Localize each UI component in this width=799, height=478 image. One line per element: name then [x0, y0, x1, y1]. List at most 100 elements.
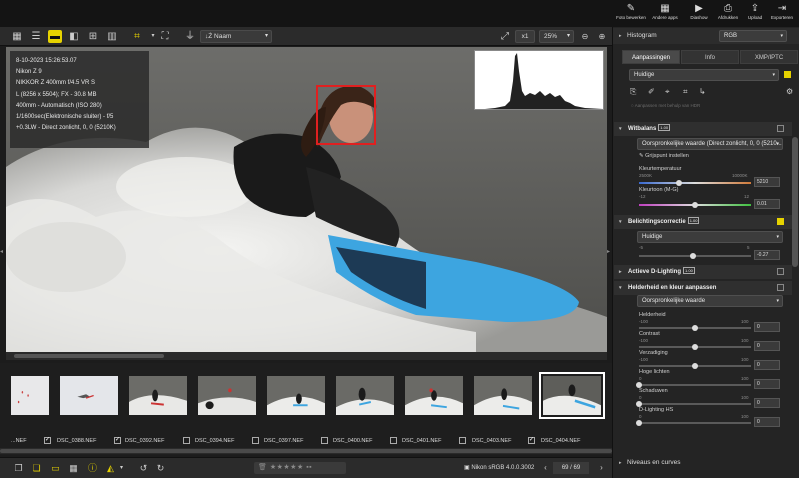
list-view-icon[interactable]: ☰: [29, 30, 43, 43]
filmstrip-thumbnail[interactable]: [539, 372, 605, 419]
viewer-horizontal-scrollbar[interactable]: [6, 352, 607, 360]
filter-icon[interactable]: ⏚: [183, 30, 197, 43]
select-checkbox[interactable]: [252, 437, 259, 444]
active-dlighting-header[interactable]: ▸ Actieve D-Lighting 1.00: [614, 265, 792, 279]
fullscreen-icon[interactable]: ⛶: [158, 30, 172, 43]
slider-value-field[interactable]: 0: [754, 398, 780, 408]
zoom-1x-button[interactable]: x1: [515, 30, 535, 43]
slider-track[interactable]: [639, 422, 751, 424]
rotate-left-icon[interactable]: ↺: [137, 462, 150, 474]
temp-value-field[interactable]: 5210: [754, 177, 780, 187]
select-checkbox[interactable]: ✓: [528, 437, 535, 444]
retouch-brush-icon[interactable]: ✐: [648, 87, 655, 96]
tint-slider-knob[interactable]: [692, 202, 698, 208]
tab-info[interactable]: Info: [681, 50, 739, 64]
exposure-preset-dropdown[interactable]: Huidige ▾: [637, 231, 783, 243]
scrollbar-thumb[interactable]: [0, 449, 612, 453]
filmstrip-thumbnail[interactable]: [405, 376, 463, 415]
slider-knob[interactable]: [636, 420, 642, 426]
whitebalance-mode-dropdown[interactable]: Oorspronkelijke waarde (Direct zonlicht,…: [637, 138, 783, 150]
compare-view-icon[interactable]: ◧: [67, 30, 81, 43]
left-panel-toggle-icon[interactable]: ◂: [0, 245, 5, 259]
grid-view-icon[interactable]: ▦: [10, 30, 24, 43]
crop-icon[interactable]: ⌗: [683, 87, 688, 97]
active-dlighting-checkbox[interactable]: [777, 268, 784, 275]
filmstrip-thumbnail[interactable]: [474, 376, 532, 415]
select-checkbox[interactable]: [390, 437, 397, 444]
filmstrip-thumbnail[interactable]: [60, 376, 118, 415]
label-color-icons[interactable]: ▪▪: [306, 464, 312, 471]
star-rating[interactable]: ★★★★★: [270, 464, 304, 471]
stack-icon[interactable]: ❐: [12, 462, 25, 474]
temp-slider-knob[interactable]: [676, 180, 683, 186]
panel-scrollbar[interactable]: [792, 137, 798, 267]
split-view-icon[interactable]: ▥: [105, 30, 119, 43]
trash-icon[interactable]: 🗑: [258, 464, 267, 471]
filmstrip-thumbnail[interactable]: [11, 376, 49, 415]
image-viewer[interactable]: 8-10-2023 15:26:53.07 Nikon Z 9 NIKKOR Z…: [6, 47, 607, 360]
greypoint-button[interactable]: ✎ Grijspunt instellen: [639, 153, 689, 159]
filmstrip-thumbnail[interactable]: [267, 376, 325, 415]
tab-adjustments[interactable]: Aanpassingen: [622, 50, 680, 64]
tint-value-field[interactable]: 0.01: [754, 199, 780, 209]
upload-button[interactable]: ⇪ Upload: [740, 3, 770, 25]
exposure-value-field[interactable]: -0.27: [754, 250, 780, 260]
select-checkbox[interactable]: [459, 437, 466, 444]
next-image-icon[interactable]: ›: [595, 462, 608, 474]
slider-knob[interactable]: [692, 344, 698, 350]
select-checkbox[interactable]: ✓: [114, 437, 121, 444]
histogram-channel-dropdown[interactable]: RGB ▾: [719, 30, 787, 42]
rating-stars[interactable]: 🗑 ★★★★★ ▪▪: [254, 462, 346, 474]
slider-track[interactable]: [639, 403, 751, 405]
exposure-slider-knob[interactable]: [689, 253, 696, 259]
fit-screen-icon[interactable]: ⤢: [498, 30, 512, 43]
select-checkbox[interactable]: [183, 437, 190, 444]
copy-adjustments-icon[interactable]: ⎘: [630, 87, 636, 97]
zoom-out-icon[interactable]: ⊖: [578, 30, 592, 43]
select-checkbox[interactable]: ✓: [44, 437, 51, 444]
slider-value-field[interactable]: 0: [754, 322, 780, 332]
levels-curves-header[interactable]: ▸ Niveaus en curves: [613, 455, 799, 471]
info-icon[interactable]: ⓘ: [86, 462, 99, 474]
hdr-option[interactable]: ○ Aanpassen met behulp van HDR: [631, 103, 700, 108]
zoom-in-icon[interactable]: ⊕: [595, 30, 609, 43]
slider-track[interactable]: [639, 384, 751, 386]
multi-view-icon[interactable]: ⊞: [86, 30, 100, 43]
filmstrip-scrollbar[interactable]: [0, 448, 612, 454]
rotate-right-icon[interactable]: ↻: [154, 462, 167, 474]
slider-knob[interactable]: [692, 363, 698, 369]
andere-apps-button[interactable]: ▦ Andere apps: [650, 3, 680, 25]
brightness-color-checkbox[interactable]: [777, 284, 784, 291]
slider-value-field[interactable]: 0: [754, 360, 780, 370]
sort-dropdown[interactable]: ↓Ż Naam ▾: [200, 30, 272, 43]
select-checkbox[interactable]: [321, 437, 328, 444]
grid-icon[interactable]: ▦: [67, 462, 80, 474]
group-icon[interactable]: ❏: [30, 462, 43, 474]
exporteren-button[interactable]: ⇥ Exporteren: [767, 3, 797, 25]
slider-value-field[interactable]: 0: [754, 341, 780, 351]
slider-value-field[interactable]: 0: [754, 379, 780, 389]
filmstrip-icon[interactable]: ▭: [49, 462, 62, 474]
brightness-color-header[interactable]: ▾ Helderheid en kleur aanpassen: [614, 281, 792, 295]
zoom-dropdown[interactable]: 25% ▾: [539, 30, 574, 43]
preset-checkbox[interactable]: [784, 71, 791, 78]
filmstrip-thumbnail[interactable]: [129, 376, 187, 415]
brightness-preset-dropdown[interactable]: Oorspronkelijke waarde ▾: [637, 295, 783, 307]
filmstrip-thumbnail[interactable]: [336, 376, 394, 415]
whitebalance-checkbox[interactable]: [777, 125, 784, 132]
whitebalance-header[interactable]: ▾ Witbalans 1.00: [614, 122, 792, 136]
preset-dropdown[interactable]: Huidige ▾: [629, 69, 779, 81]
afdrukken-button[interactable]: ⎙ Afdrukken: [713, 3, 743, 25]
previous-image-icon[interactable]: ‹: [539, 462, 552, 474]
slider-knob[interactable]: [692, 325, 698, 331]
temp-slider-track[interactable]: [639, 182, 751, 184]
diashow-button[interactable]: ▶ Diashow: [684, 3, 714, 25]
chevron-down-icon[interactable]: ▾: [115, 462, 128, 474]
tab-xmp-iptc[interactable]: XMP/IPTC: [740, 50, 798, 64]
foto-bewerken-button[interactable]: ✎ Foto bewerken: [616, 3, 646, 25]
color-control-point-icon[interactable]: ⌖: [665, 87, 670, 97]
viewer-mode-icon[interactable]: ▬: [48, 30, 62, 43]
layout-icon[interactable]: ⌗: [130, 30, 144, 43]
straighten-icon[interactable]: ↳: [699, 87, 706, 96]
filmstrip-thumbnail[interactable]: [198, 376, 256, 415]
